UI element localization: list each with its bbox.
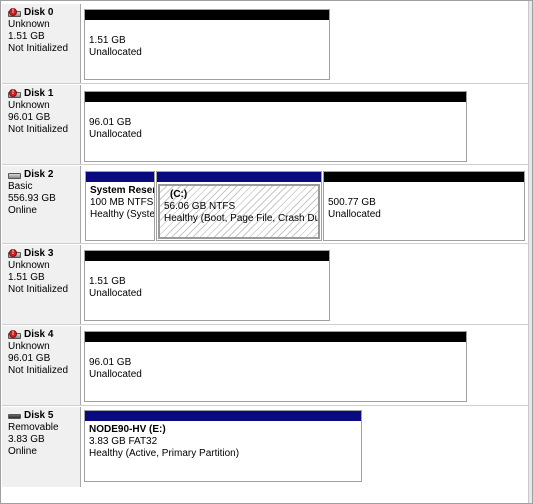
- removable-disk-icon: [8, 411, 22, 421]
- partition-unallocated[interactable]: 96.01 GB Unallocated: [84, 331, 467, 402]
- disk-type: Unknown: [8, 260, 50, 271]
- partition-label: System Reser: [90, 185, 154, 196]
- partition-c-drive[interactable]: (C:) 56.06 GB NTFS Healthy (Boot, Page F…: [156, 171, 322, 241]
- partition-system-reserved[interactable]: System Reser 100 MB NTFS Healthy (Syste: [85, 171, 155, 241]
- disk-warning-icon: !: [8, 330, 22, 340]
- disk-size: 1.51 GB: [8, 31, 45, 42]
- partition-size: 3.83 GB FAT32: [89, 436, 158, 447]
- disk-name: Disk 2: [24, 169, 54, 180]
- disk-name: Disk 5: [24, 410, 54, 421]
- partition-status: Unallocated: [89, 129, 142, 140]
- partition-size: 500.77 GB: [328, 197, 376, 208]
- partition-status: Unallocated: [89, 288, 142, 299]
- disk-size: 96.01 GB: [8, 112, 51, 123]
- disk-size: 3.83 GB: [8, 434, 45, 445]
- partition-status: Unallocated: [328, 209, 381, 220]
- disk-status: Not Initialized: [8, 43, 69, 54]
- disk-name: Disk 4: [24, 329, 54, 340]
- partition-color-bar: [85, 332, 466, 342]
- disk-type: Unknown: [8, 100, 50, 111]
- partition-size: 56.06 GB NTFS: [164, 201, 236, 212]
- disk-info-panel[interactable]: ! Disk 0 Unknown 1.51 GB Not Initialized: [2, 4, 81, 83]
- partition-color-bar: [86, 172, 154, 182]
- partition-size: 1.51 GB: [89, 276, 126, 287]
- disk-warning-icon: !: [8, 89, 22, 99]
- disk-name: Disk 3: [24, 248, 54, 259]
- disk-type: Basic: [8, 181, 33, 192]
- partition-size: 100 MB NTFS: [90, 197, 154, 208]
- disk-type: Removable: [8, 422, 59, 433]
- partition-label: NODE90-HV (E:): [89, 424, 166, 435]
- disk-type: Unknown: [8, 19, 50, 30]
- disk-status: Not Initialized: [8, 365, 69, 376]
- disk-info-panel[interactable]: ! Disk 4 Unknown 96.01 GB Not Initialize…: [2, 326, 81, 405]
- partition-status: Unallocated: [89, 47, 142, 58]
- disk-management-graphical-view: ! Disk 0 Unknown 1.51 GB Not Initialized…: [0, 0, 533, 504]
- disk-info-panel[interactable]: ! Disk 1 Unknown 96.01 GB Not Initialize…: [2, 85, 81, 164]
- disk-info-panel[interactable]: Disk 5 Removable 3.83 GB Online: [2, 407, 81, 487]
- partition-color-bar: [157, 172, 321, 182]
- disk-warning-icon: !: [8, 249, 22, 259]
- disk-name: Disk 1: [24, 88, 54, 99]
- partition-color-bar: [85, 411, 361, 421]
- partition-selected-hatch: (C:) 56.06 GB NTFS Healthy (Boot, Page F…: [158, 184, 320, 239]
- partition-removable-e[interactable]: NODE90-HV (E:) 3.83 GB FAT32 Healthy (Ac…: [84, 410, 362, 482]
- disk-name: Disk 0: [24, 7, 54, 18]
- partition-unallocated[interactable]: 500.77 GB Unallocated: [323, 171, 525, 241]
- partition-status: Healthy (Active, Primary Partition): [89, 448, 240, 459]
- disk-size: 556.93 GB: [8, 193, 56, 204]
- partition-unallocated[interactable]: 96.01 GB Unallocated: [84, 91, 467, 162]
- partition-color-bar: [85, 10, 329, 20]
- disk-row: Disk 5 Removable 3.83 GB Online NODE90-H…: [2, 407, 528, 487]
- disk-status: Not Initialized: [8, 284, 69, 295]
- disk-status: Online: [8, 205, 37, 216]
- partition-status: Unallocated: [89, 369, 142, 380]
- partition-status: Healthy (Boot, Page File, Crash Dump: [164, 213, 320, 224]
- disk-row: ! Disk 4 Unknown 96.01 GB Not Initialize…: [2, 326, 528, 406]
- vertical-scrollbar[interactable]: [528, 1, 532, 503]
- disk-info-panel[interactable]: Disk 2 Basic 556.93 GB Online: [2, 166, 81, 243]
- disk-info-panel[interactable]: ! Disk 3 Unknown 1.51 GB Not Initialized: [2, 245, 81, 324]
- partition-color-bar: [324, 172, 524, 182]
- disk-row: ! Disk 1 Unknown 96.01 GB Not Initialize…: [2, 85, 528, 165]
- partition-size: 96.01 GB: [89, 117, 132, 128]
- disk-warning-icon: !: [8, 8, 22, 18]
- disk-status: Online: [8, 446, 37, 457]
- partition-color-bar: [85, 251, 329, 261]
- disk-row: Disk 2 Basic 556.93 GB Online System Res…: [2, 166, 528, 244]
- disk-size: 1.51 GB: [8, 272, 45, 283]
- disk-icon: [8, 170, 22, 180]
- disk-row: ! Disk 0 Unknown 1.51 GB Not Initialized…: [2, 4, 528, 84]
- partition-unallocated[interactable]: 1.51 GB Unallocated: [84, 9, 330, 80]
- disk-type: Unknown: [8, 341, 50, 352]
- partition-size: 1.51 GB: [89, 35, 126, 46]
- partition-status: Healthy (Syste: [90, 209, 154, 220]
- disk-row: ! Disk 3 Unknown 1.51 GB Not Initialized…: [2, 245, 528, 325]
- disk-status: Not Initialized: [8, 124, 69, 135]
- disk-size: 96.01 GB: [8, 353, 51, 364]
- partition-color-bar: [85, 92, 466, 102]
- partition-label: (C:): [170, 189, 188, 200]
- partition-size: 96.01 GB: [89, 357, 132, 368]
- partition-unallocated[interactable]: 1.51 GB Unallocated: [84, 250, 330, 321]
